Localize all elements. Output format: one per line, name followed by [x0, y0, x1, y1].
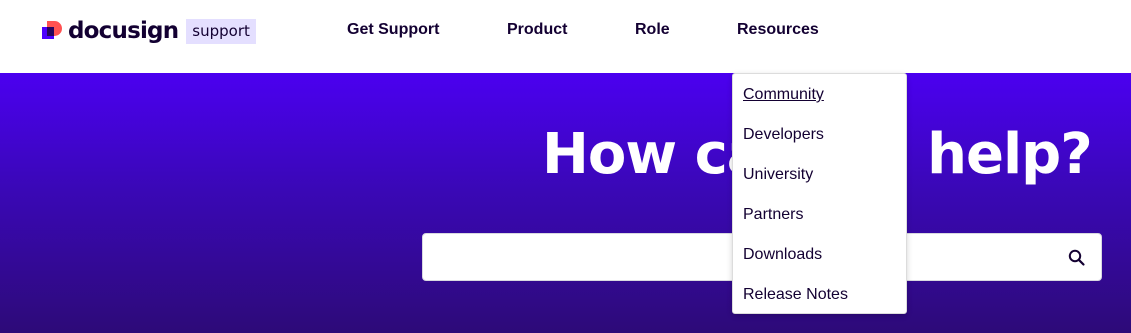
menu-item-partners[interactable]: Partners [743, 205, 803, 225]
menu-item-release-notes[interactable]: Release Notes [743, 285, 848, 305]
resources-dropdown-menu: Community Developers University Partners… [732, 73, 907, 314]
site-header: docusign support Get Support Product Rol… [0, 0, 1131, 73]
brand-name: docusign [68, 18, 179, 44]
nav-product[interactable]: Product [507, 20, 567, 40]
docusign-logo-icon [42, 20, 64, 42]
nav-get-support[interactable]: Get Support [347, 20, 439, 40]
hero-banner: How can we help? [0, 73, 1131, 333]
menu-item-developers[interactable]: Developers [743, 125, 824, 145]
nav-role[interactable]: Role [635, 20, 670, 40]
menu-item-downloads[interactable]: Downloads [743, 245, 822, 265]
support-badge: support [186, 18, 256, 44]
search-icon[interactable] [1067, 248, 1087, 268]
docusign-logo[interactable]: docusign support [42, 15, 256, 47]
nav-resources[interactable]: Resources [737, 20, 819, 40]
menu-item-community[interactable]: Community [743, 85, 824, 105]
menu-item-university[interactable]: University [743, 165, 813, 185]
